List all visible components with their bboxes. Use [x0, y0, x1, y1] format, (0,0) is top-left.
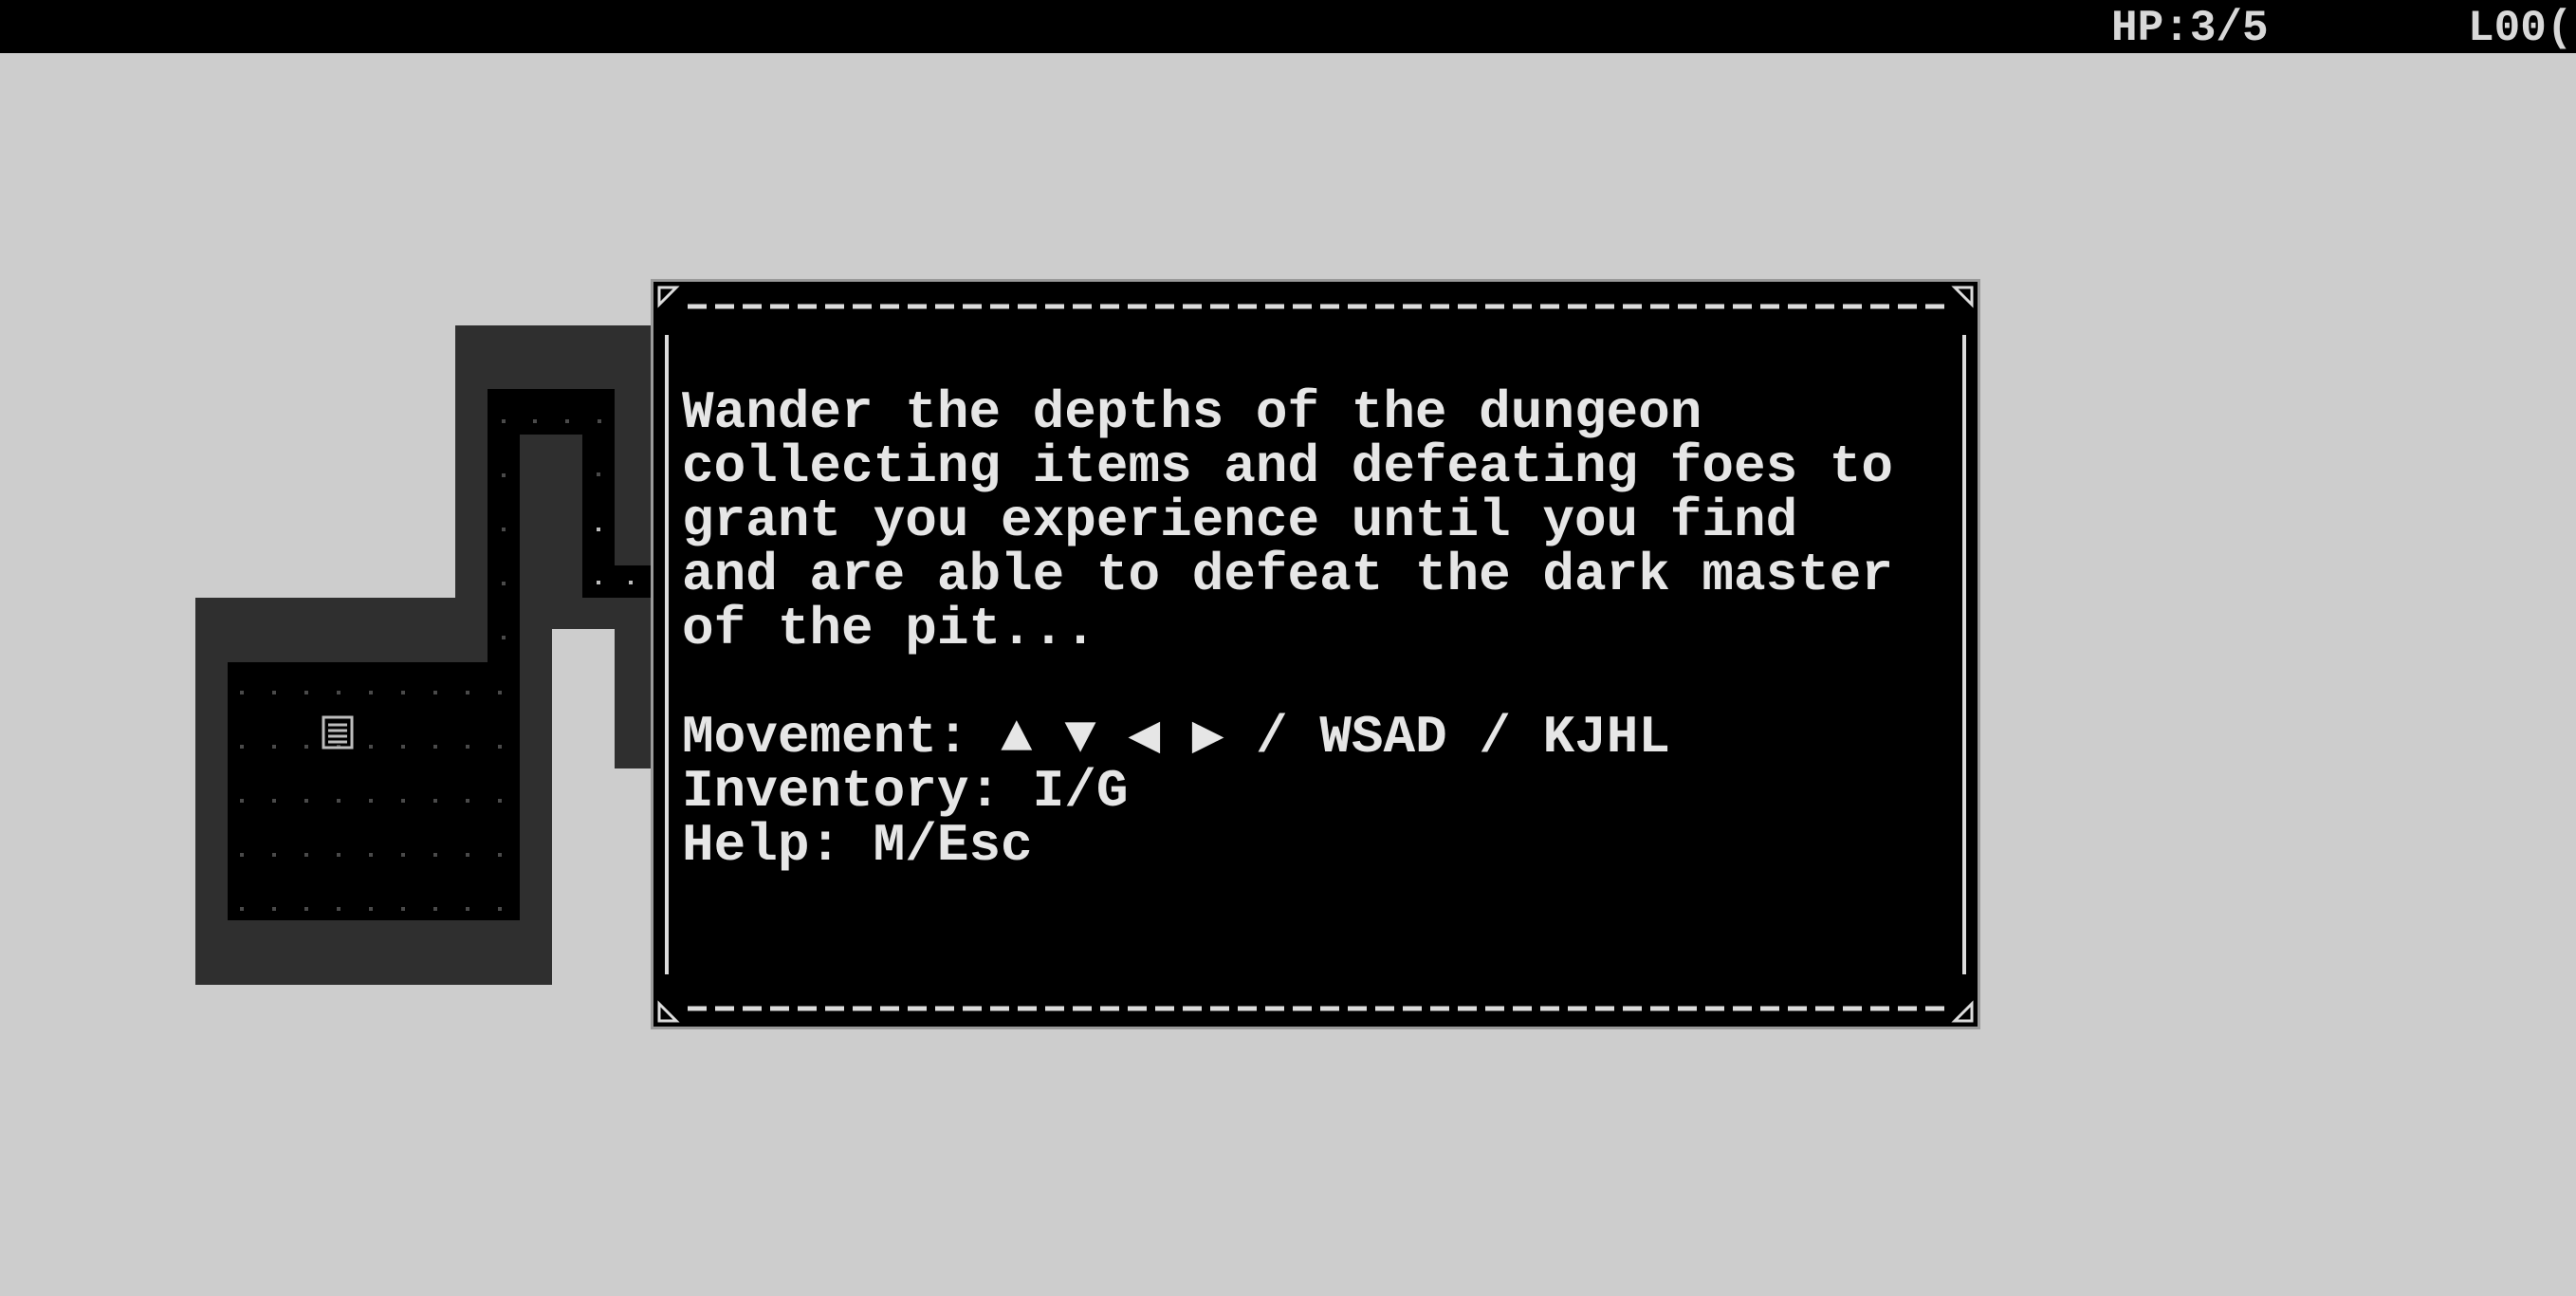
intro-line: collecting items and defeating foes to: [682, 436, 1894, 497]
floor-tile: [466, 853, 469, 857]
floor-tile: [498, 853, 502, 857]
game-screen: HP:3/5 L00(Wander the depths of the dun…: [0, 0, 2576, 1296]
floor-tile: [598, 419, 601, 423]
floor-tile: [565, 419, 569, 423]
floor-tile: [433, 853, 437, 857]
floor-tile: [240, 907, 244, 911]
corridor-floor: [582, 565, 658, 598]
floor-tile: [369, 907, 373, 911]
floor-tile: [597, 528, 600, 531]
floor-tile: [369, 799, 373, 803]
floor-tile: [304, 799, 308, 803]
floor-tile: [629, 581, 633, 584]
floor-tile: [272, 799, 276, 803]
intro-line: grant you experience until you find: [682, 491, 1798, 551]
movement-controls: Movement: ▲ ▼ ◀ ▶ / WSAD / KJHL: [682, 707, 1670, 768]
floor-tile: [466, 745, 469, 749]
floor-tile: [369, 745, 373, 749]
floor-tile: [597, 472, 600, 476]
floor-tile: [433, 691, 437, 694]
inventory-controls: Inventory: I/G: [682, 761, 1129, 822]
corridor-wall: [615, 598, 653, 768]
floor-tile: [502, 419, 506, 423]
room-floor: [228, 662, 520, 920]
floor-tile: [533, 419, 537, 423]
help-text: Wander the depths of the dungeon collect…: [682, 386, 1953, 873]
floor-tile: [240, 745, 244, 749]
floor-tile: [597, 581, 600, 584]
floor-tile: [337, 907, 340, 911]
line-spacer: [682, 657, 1953, 711]
floor-tile: [401, 907, 405, 911]
floor-tile: [433, 799, 437, 803]
floor-tile: [498, 691, 502, 694]
scroll-icon: [322, 715, 354, 750]
floor-tile: [502, 582, 506, 585]
intro-line: and are able to defeat the dark master: [682, 545, 1894, 605]
intro-line: Wander the depths of the dungeon: [682, 382, 1702, 443]
floor-tile: [466, 907, 469, 911]
floor-tile: [304, 745, 308, 749]
floor-tile: [498, 745, 502, 749]
floor-tile: [240, 853, 244, 857]
floor-tile: [369, 691, 373, 694]
floor-tile: [337, 853, 340, 857]
floor-tile: [466, 799, 469, 803]
intro-line: of the pit...: [682, 599, 1096, 659]
floor-tile: [272, 907, 276, 911]
floor-tile: [304, 907, 308, 911]
floor-tile: [498, 799, 502, 803]
floor-tile: [240, 799, 244, 803]
floor-tile: [502, 528, 506, 531]
floor-tile: [433, 745, 437, 749]
floor-tile: [401, 745, 405, 749]
floor-tile: [498, 907, 502, 911]
floor-tile: [502, 636, 506, 639]
floor-tile: [272, 691, 276, 694]
floor-tile: [401, 799, 405, 803]
floor-tile: [369, 853, 373, 857]
floor-tile: [304, 853, 308, 857]
floor-tile: [466, 691, 469, 694]
floor-tile: [337, 799, 340, 803]
floor-tile: [304, 691, 308, 694]
help-dialog: Wander the depths of the dungeon collect…: [651, 279, 1980, 1029]
floor-tile: [401, 691, 405, 694]
help-controls: Help: M/Esc: [682, 815, 1033, 876]
floor-tile: [502, 473, 506, 477]
floor-tile: [433, 907, 437, 911]
floor-tile: [401, 853, 405, 857]
floor-tile: [337, 691, 340, 694]
floor-tile: [272, 853, 276, 857]
floor-tile: [240, 691, 244, 694]
floor-tile: [272, 745, 276, 749]
